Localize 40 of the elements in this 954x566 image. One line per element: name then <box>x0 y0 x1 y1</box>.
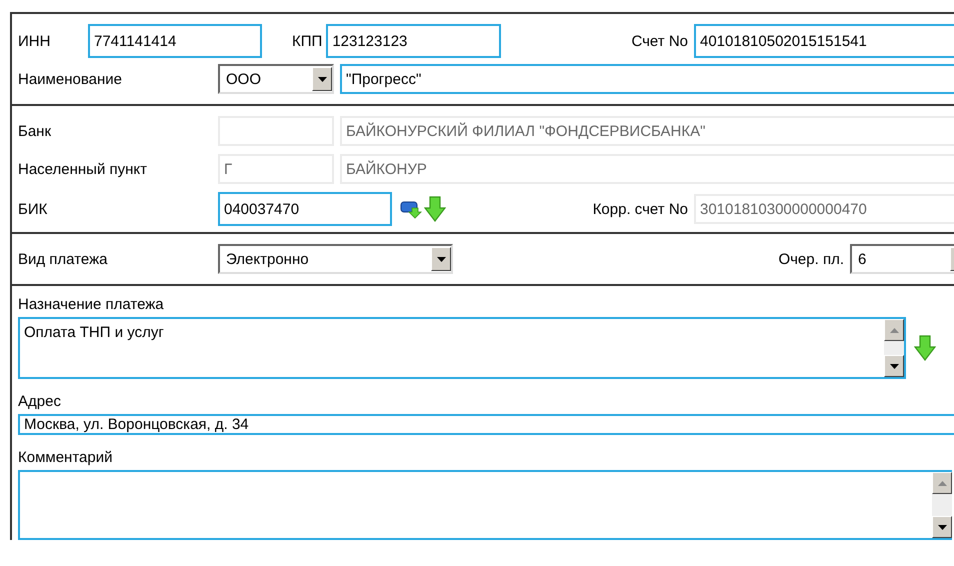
field-label: Корр. счет No <box>592 200 688 218</box>
down-triangle-icon <box>436 256 446 262</box>
card-arrow-icon[interactable] <box>400 199 422 219</box>
payment-type-select[interactable]: Электронно <box>218 244 453 274</box>
bik-field[interactable]: 040037470 <box>218 192 392 226</box>
field-label: Очер. пл. <box>778 250 844 268</box>
field-label: Счет No <box>631 32 688 50</box>
scroll-up-button[interactable] <box>932 472 952 494</box>
name-field[interactable]: "Прогресс" <box>340 64 954 94</box>
inn-field[interactable]: 7741141414 <box>88 24 262 58</box>
scroll-up-button[interactable] <box>884 319 904 341</box>
down-triangle-icon <box>318 76 326 82</box>
field-label: Комментарий <box>18 449 114 466</box>
field-label: Назначение платежа <box>18 296 165 313</box>
purpose-text-area[interactable]: Оплата ТНП и услуг <box>18 317 906 379</box>
field-label: Населенный пункт <box>18 160 148 178</box>
kpp-field[interactable]: 123123123 <box>326 24 502 58</box>
field-label: Наименование <box>18 70 123 88</box>
down-triangle-icon <box>890 364 898 368</box>
field-label: ИНН <box>18 32 52 50</box>
field-label: Вид платежа <box>18 250 108 268</box>
address-field[interactable]: Москва, ул. Воронцовская, д. 34 <box>18 414 954 435</box>
field-label: Банк <box>18 122 52 140</box>
up-triangle-icon <box>890 328 898 332</box>
up-triangle-icon <box>938 480 946 486</box>
scrollbar[interactable] <box>884 319 904 377</box>
org-form-select[interactable]: ООО <box>218 64 334 94</box>
field-label: БИК <box>18 200 48 218</box>
scroll-down-button[interactable] <box>932 516 952 538</box>
priority-select[interactable]: 6 <box>850 244 954 274</box>
down-arrow-icon[interactable] <box>914 335 936 361</box>
down-arrow-icon[interactable] <box>424 196 446 222</box>
account-field[interactable]: 40101810502015151541 <box>694 24 954 58</box>
dropdown-button[interactable] <box>431 247 451 271</box>
field-label: Адрес <box>18 393 62 410</box>
down-triangle-icon <box>938 524 946 530</box>
field-label: КПП <box>292 32 322 50</box>
scroll-down-button[interactable] <box>884 355 904 377</box>
scrollbar[interactable] <box>932 472 952 538</box>
dropdown-button[interactable] <box>312 67 332 91</box>
